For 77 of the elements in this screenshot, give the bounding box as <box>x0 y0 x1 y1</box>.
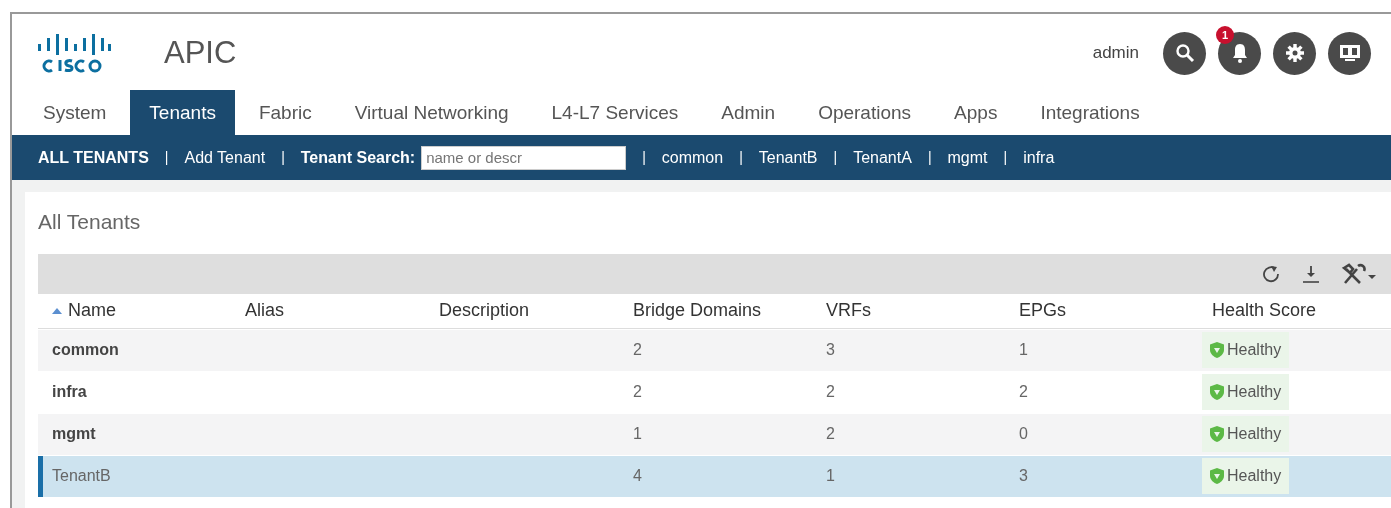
search-button[interactable] <box>1163 31 1206 75</box>
column-header[interactable]: Name <box>38 297 231 324</box>
refresh-button[interactable] <box>1261 263 1281 284</box>
separator: | <box>281 148 285 167</box>
nav-tab[interactable]: Integrations <box>1021 89 1159 135</box>
nav-tab[interactable]: Operations <box>799 89 931 135</box>
display-button[interactable] <box>1328 31 1371 75</box>
separator: | <box>164 148 169 167</box>
nav-tab[interactable]: Fabric <box>239 89 331 135</box>
nav-tab[interactable]: System <box>24 89 126 135</box>
separator: | <box>1003 148 1008 167</box>
separator: | <box>833 148 838 167</box>
monitor-icon <box>1338 43 1361 63</box>
tools-menu-button[interactable] <box>1341 262 1377 285</box>
table-cell-text: 2 <box>632 340 643 360</box>
bell-icon <box>1230 43 1249 63</box>
table-cell-text: TenantB <box>51 466 112 486</box>
notifications-button[interactable] <box>1218 31 1261 75</box>
gear-icon <box>1284 43 1305 63</box>
nav-tab[interactable]: L4-L7 Services <box>532 89 698 135</box>
download-button[interactable] <box>1301 263 1321 284</box>
search-field[interactable]: name or descr <box>421 145 627 170</box>
table-cell-text: common <box>51 340 120 360</box>
download-icon <box>1301 263 1321 284</box>
table-cell-text: 4 <box>632 466 643 486</box>
shield-icon <box>1210 468 1224 484</box>
column-header[interactable]: Description <box>425 297 619 324</box>
user-name[interactable]: admin <box>1092 40 1139 66</box>
table-cell-text: 2 <box>632 382 643 402</box>
tenant-link[interactable]: common <box>661 145 724 170</box>
search-icon <box>1174 43 1195 63</box>
panel-title: All Tenants <box>38 209 142 235</box>
table-cell-text: 3 <box>825 340 836 360</box>
table-cell-text: 2 <box>825 382 836 402</box>
column-header[interactable]: Health Score <box>1198 297 1391 324</box>
nav-tab[interactable]: Tenants <box>130 89 235 135</box>
column-header[interactable]: Alias <box>231 297 425 324</box>
nav-tab[interactable]: Apps <box>935 89 1017 135</box>
column-header[interactable]: VRFs <box>812 297 1005 324</box>
tools-icon <box>1341 262 1377 285</box>
tenant-link[interactable]: Add Tenant <box>184 145 266 170</box>
table-cell-text: 0 <box>1018 424 1029 444</box>
health-badge: Healthy <box>1202 332 1290 368</box>
health-badge: Healthy <box>1202 374 1290 410</box>
nav-tab[interactable]: Virtual Networking <box>335 89 528 135</box>
table-cell-text: 1 <box>825 466 836 486</box>
table-cell-text: 2 <box>825 424 836 444</box>
shield-icon <box>1210 384 1224 400</box>
table-cell-text: 3 <box>1018 466 1029 486</box>
nav-tab[interactable]: Admin <box>702 89 795 135</box>
table-row[interactable]: common 2 3 1 Healthy <box>38 328 1391 371</box>
tenant-link[interactable]: TenantA <box>853 145 912 170</box>
table-row[interactable]: mgmt 1 2 0 Healthy <box>38 412 1391 455</box>
column-header[interactable]: Bridge Domains <box>619 297 812 324</box>
refresh-icon <box>1261 263 1281 284</box>
table-row[interactable]: TenantB 4 1 3 Healthy <box>38 454 1391 497</box>
settings-button[interactable] <box>1273 31 1316 75</box>
tenant-link[interactable]: mgmt <box>947 145 988 170</box>
health-badge: Healthy <box>1202 416 1290 452</box>
shield-icon <box>1210 426 1224 442</box>
separator: | <box>642 148 646 167</box>
separator: | <box>927 148 932 167</box>
notification-count: 1 <box>1216 25 1234 44</box>
search-label: Tenant Search: <box>300 147 416 168</box>
table-cell-text: 2 <box>1018 382 1029 402</box>
separator: | <box>739 148 743 167</box>
table-cell-text: 1 <box>632 424 643 444</box>
table-cell-text: infra <box>51 382 88 402</box>
tenant-link[interactable]: TenantB <box>758 145 818 170</box>
health-badge: Healthy <box>1202 458 1290 494</box>
tenant-link[interactable]: ALL TENANTS <box>38 145 149 170</box>
shield-icon <box>1210 342 1224 358</box>
table-cell-text: mgmt <box>51 424 97 444</box>
table-cell-text: 1 <box>1018 340 1029 360</box>
tenant-link[interactable]: infra <box>1023 145 1055 170</box>
app-title: APIC <box>164 33 237 72</box>
column-header[interactable]: EPGs <box>1005 297 1198 324</box>
